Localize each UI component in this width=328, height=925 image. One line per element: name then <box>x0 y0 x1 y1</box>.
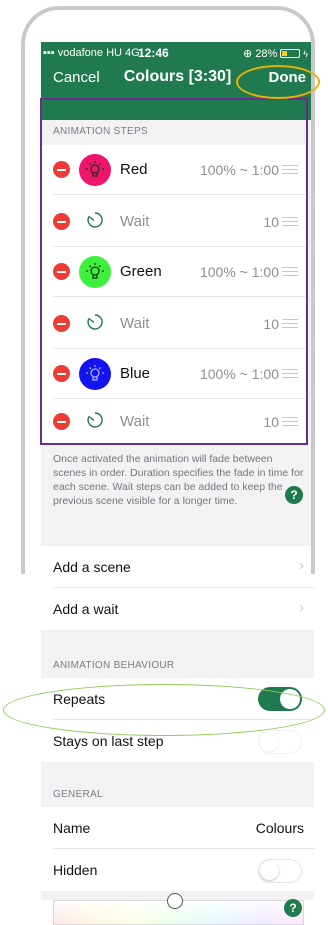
status-time: 12:46 <box>138 46 169 60</box>
signal-icon: ▪▪▪ <box>43 47 55 59</box>
step-name: Wait <box>120 213 150 230</box>
delete-step-button[interactable] <box>53 213 70 230</box>
repeats-label: Repeats <box>53 691 106 707</box>
repeats-row: Repeats <box>41 678 314 720</box>
done-highlight-ring <box>236 65 320 99</box>
section-header-animation-steps: ANIMATION STEPS <box>53 126 148 137</box>
timer-icon <box>87 314 103 330</box>
add-scene-label: Add a scene <box>53 559 131 575</box>
reorder-handle-icon[interactable] <box>282 369 298 378</box>
step-name: Red <box>120 161 148 178</box>
step-row-green[interactable]: Green 100% ~ 1:00 <box>41 247 308 297</box>
repeats-toggle[interactable] <box>258 687 302 711</box>
stays-on-last-step-label: Stays on last step <box>53 733 164 749</box>
name-row[interactable]: Name Colours <box>41 807 314 849</box>
step-row-wait-2[interactable]: Wait 10 <box>41 297 308 349</box>
hidden-label: Hidden <box>53 862 98 878</box>
carrier: vodafone HU <box>57 47 122 59</box>
add-wait-row[interactable]: Add a wait › <box>41 588 314 630</box>
step-row-red[interactable]: Red 100% ~ 1:00 <box>41 145 308 195</box>
step-name: Blue <box>120 365 151 382</box>
reorder-handle-icon[interactable] <box>282 417 298 426</box>
chevron-right-icon: › <box>299 599 304 616</box>
step-value: 10 <box>263 414 279 430</box>
chevron-right-icon: › <box>299 557 304 574</box>
reorder-handle-icon[interactable] <box>282 267 298 276</box>
step-name: Wait <box>120 315 150 332</box>
reorder-handle-icon[interactable] <box>282 319 298 328</box>
section-header-animation-behaviour: ANIMATION BEHAVIOUR <box>53 660 175 671</box>
stays-on-last-step-toggle[interactable] <box>258 730 302 754</box>
stays-on-last-step-row: Stays on last step <box>41 720 314 762</box>
step-name: Wait <box>120 413 150 430</box>
section-header-general: GENERAL <box>53 789 103 800</box>
hidden-row: Hidden <box>41 849 314 891</box>
step-value: 100% ~ 1:00 <box>199 264 279 280</box>
delete-step-button[interactable] <box>53 413 70 430</box>
step-value: 10 <box>263 214 279 230</box>
name-label: Name <box>53 820 91 836</box>
delete-step-button[interactable] <box>53 161 70 178</box>
reorder-handle-icon[interactable] <box>282 217 298 226</box>
help-icon[interactable]: ? <box>285 486 303 504</box>
animation-footnote: Once activated the animation will fade b… <box>53 453 304 507</box>
help-icon[interactable]: ? <box>284 899 302 917</box>
charging-icon: ϟ <box>303 48 308 59</box>
name-value: Colours <box>255 820 304 836</box>
step-row-wait-1[interactable]: Wait 10 <box>41 195 308 247</box>
bulb-icon <box>79 256 111 288</box>
step-value: 100% ~ 1:00 <box>199 162 279 178</box>
step-value: 100% ~ 1:00 <box>199 366 279 382</box>
color-spectrum-picker[interactable] <box>53 893 304 925</box>
delete-step-button[interactable] <box>53 263 70 280</box>
timer-icon <box>87 412 103 428</box>
status-bar: ▪▪▪ vodafone HU 4G 12:46 ⊕ 28% ϟ <box>41 42 314 64</box>
battery-icon <box>280 49 301 58</box>
step-row-wait-3[interactable]: Wait 10 <box>41 399 308 443</box>
timer-icon <box>87 212 103 228</box>
add-scene-row[interactable]: Add a scene › <box>41 546 314 588</box>
step-name: Green <box>120 263 162 280</box>
bulb-icon <box>79 154 111 186</box>
add-wait-label: Add a wait <box>53 601 119 617</box>
hidden-toggle[interactable] <box>258 859 302 883</box>
reorder-handle-icon[interactable] <box>282 165 298 174</box>
battery-percent: 28% <box>255 47 278 60</box>
step-row-blue[interactable]: Blue 100% ~ 1:00 <box>41 349 308 399</box>
delete-step-button[interactable] <box>53 315 70 332</box>
bulb-icon <box>79 358 111 390</box>
step-value: 10 <box>263 316 279 332</box>
delete-step-button[interactable] <box>53 365 70 382</box>
color-picker-handle[interactable] <box>167 893 183 909</box>
orientation-lock-icon: ⊕ <box>242 48 253 60</box>
